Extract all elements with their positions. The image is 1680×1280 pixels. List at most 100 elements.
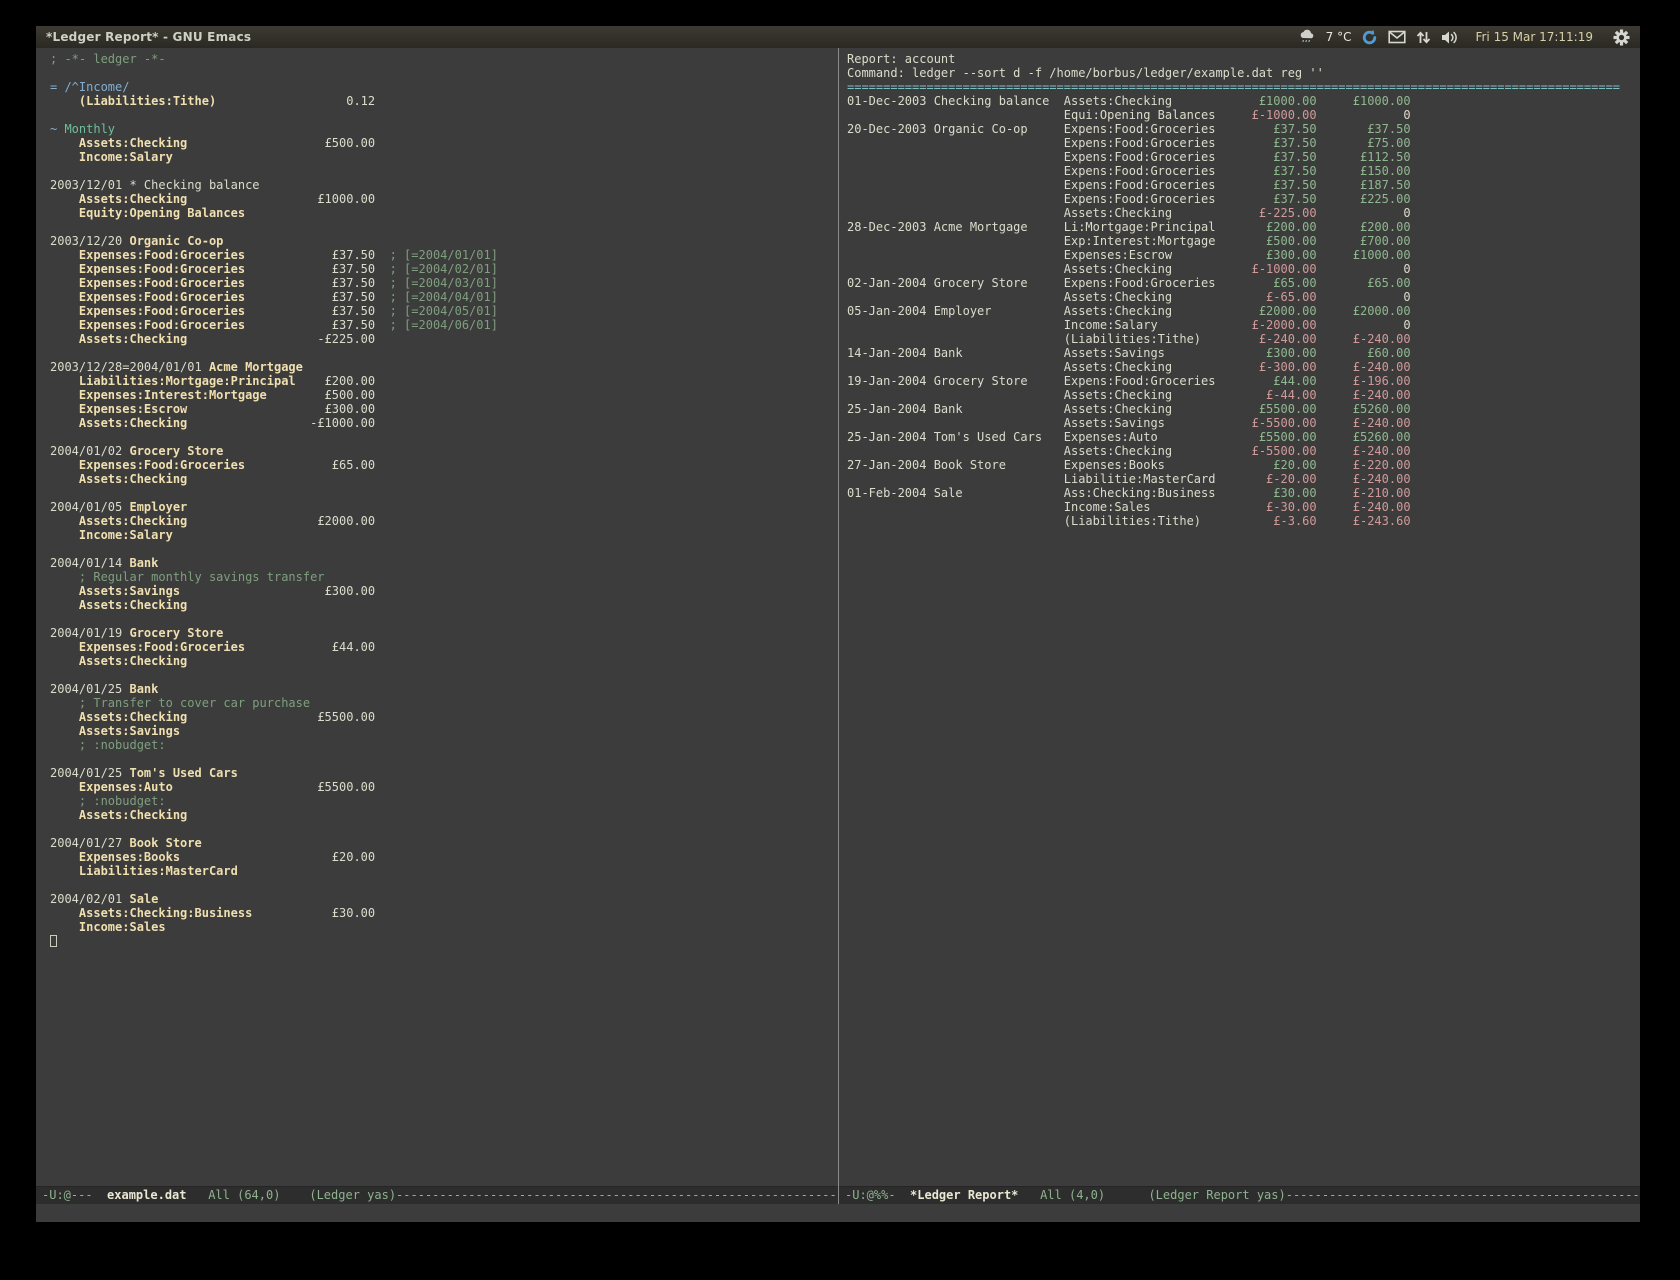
ledger-line: Expenses:Books £20.00 bbox=[50, 850, 838, 864]
report-row: 01-Dec-2003 Checking balance Assets:Chec… bbox=[847, 94, 1640, 108]
ledger-line: ; Regular monthly savings transfer bbox=[50, 570, 838, 584]
screen-content: *Ledger Report* - GNU Emacs 7 °C bbox=[36, 26, 1640, 1222]
ledger-line bbox=[50, 486, 838, 500]
text-cursor bbox=[50, 935, 57, 947]
modeline-left-prefix: -U:@--- bbox=[42, 1188, 107, 1202]
ledger-line: Expenses:Food:Groceries £37.50 ; [=2004/… bbox=[50, 262, 838, 276]
ledger-line bbox=[50, 220, 838, 234]
ledger-line: Expenses:Escrow £300.00 bbox=[50, 402, 838, 416]
ledger-line: ; :nobudget: bbox=[50, 794, 838, 808]
ledger-line: Assets:Checking £2000.00 bbox=[50, 514, 838, 528]
modeline-right-position: All (4,0) bbox=[1018, 1188, 1148, 1202]
ledger-line bbox=[50, 612, 838, 626]
ledger-line bbox=[50, 346, 838, 360]
ledger-line: 2004/01/25 Bank bbox=[50, 682, 838, 696]
right-window: Report: account Command: ledger --sort d… bbox=[839, 48, 1640, 1204]
minibuffer[interactable] bbox=[36, 1204, 1640, 1222]
right-buffer[interactable]: Report: account Command: ledger --sort d… bbox=[839, 48, 1640, 1186]
ledger-line: 2003/12/20 Organic Co-op bbox=[50, 234, 838, 248]
ledger-line: Assets:Checking bbox=[50, 808, 838, 822]
ledger-line: Assets:Checking -£1000.00 bbox=[50, 416, 838, 430]
ledger-line: 2004/01/02 Grocery Store bbox=[50, 444, 838, 458]
ledger-line bbox=[50, 752, 838, 766]
gear-power-icon[interactable] bbox=[1613, 29, 1630, 46]
ledger-line: 2004/01/05 Employer bbox=[50, 500, 838, 514]
ledger-line: ; :nobudget: bbox=[50, 738, 838, 752]
emacs-windows: ; -*- ledger -*-= /^Income/ (Liabilities… bbox=[36, 48, 1640, 1204]
weather-rain-icon[interactable] bbox=[1299, 29, 1316, 45]
ledger-line: ; Transfer to cover car purchase bbox=[50, 696, 838, 710]
clock-label[interactable]: Fri 15 Mar 17:11:19 bbox=[1475, 30, 1593, 44]
ledger-line: Income:Sales bbox=[50, 920, 838, 934]
modeline-right-dashes: ----------------------------------------… bbox=[1286, 1188, 1640, 1202]
mail-icon[interactable] bbox=[1388, 30, 1406, 44]
ledger-line: Assets:Checking -£225.00 bbox=[50, 332, 838, 346]
ledger-line: Income:Salary bbox=[50, 528, 838, 542]
report-row: 19-Jan-2004 Grocery Store Expens:Food:Gr… bbox=[847, 374, 1640, 388]
modeline-left-position: All (64,0) bbox=[187, 1188, 310, 1202]
report-row: Exp:Interest:Mortgage £500.00 £700.00 bbox=[847, 234, 1640, 248]
ledger-line: Equity:Opening Balances bbox=[50, 206, 838, 220]
ledger-line: Expenses:Food:Groceries £37.50 ; [=2004/… bbox=[50, 248, 838, 262]
report-row: Assets:Checking £-44.00 £-240.00 bbox=[847, 388, 1640, 402]
ledger-line: Expenses:Food:Groceries £37.50 ; [=2004/… bbox=[50, 318, 838, 332]
ledger-line: Expenses:Interest:Mortgage £500.00 bbox=[50, 388, 838, 402]
ledger-line: 2004/01/25 Tom's Used Cars bbox=[50, 766, 838, 780]
temperature-label[interactable]: 7 °C bbox=[1326, 30, 1352, 44]
ledger-line bbox=[50, 934, 838, 948]
report-row: Expens:Food:Groceries £37.50 £75.00 bbox=[847, 136, 1640, 150]
ledger-line: Assets:Checking bbox=[50, 472, 838, 486]
left-window: ; -*- ledger -*-= /^Income/ (Liabilities… bbox=[36, 48, 838, 1204]
ledger-line: 2003/12/01 * Checking balance bbox=[50, 178, 838, 192]
modeline-right-prefix: -U:@%%- bbox=[845, 1188, 910, 1202]
ledger-line: Expenses:Food:Groceries £37.50 ; [=2004/… bbox=[50, 304, 838, 318]
report-row: Expenses:Escrow £300.00 £1000.00 bbox=[847, 248, 1640, 262]
ledger-line: Assets:Savings bbox=[50, 724, 838, 738]
ledger-line: Expenses:Food:Groceries £65.00 bbox=[50, 458, 838, 472]
report-rows: 01-Dec-2003 Checking balance Assets:Chec… bbox=[847, 94, 1640, 528]
volume-icon[interactable] bbox=[1441, 30, 1459, 45]
report-row: 02-Jan-2004 Grocery Store Expens:Food:Gr… bbox=[847, 276, 1640, 290]
ledger-line: Liabilities:Mortgage:Principal £200.00 bbox=[50, 374, 838, 388]
system-tray: 7 °C bbox=[1299, 29, 1630, 46]
report-row: 20-Dec-2003 Organic Co-op Expens:Food:Gr… bbox=[847, 122, 1640, 136]
report-title-line: Report: account bbox=[847, 52, 1640, 66]
report-row: 25-Jan-2004 Tom's Used Cars Expenses:Aut… bbox=[847, 430, 1640, 444]
ledger-line bbox=[50, 822, 838, 836]
ledger-line: Assets:Checking bbox=[50, 654, 838, 668]
report-row: Assets:Checking £-65.00 0 bbox=[847, 290, 1640, 304]
ledger-line: 2004/01/27 Book Store bbox=[50, 836, 838, 850]
ledger-line: 2004/01/19 Grocery Store bbox=[50, 626, 838, 640]
report-row: (Liabilities:Tithe) £-3.60 £-243.60 bbox=[847, 514, 1640, 528]
modeline-left-modes: (Ledger yas) bbox=[309, 1188, 396, 1202]
ledger-line: Assets:Checking £5500.00 bbox=[50, 710, 838, 724]
refresh-icon[interactable] bbox=[1361, 29, 1378, 46]
ledger-line bbox=[50, 108, 838, 122]
report-row: Expens:Food:Groceries £37.50 £112.50 bbox=[847, 150, 1640, 164]
modeline-left-dashes: ----------------------------------------… bbox=[396, 1188, 838, 1202]
ledger-line: ~ Monthly bbox=[50, 122, 838, 136]
modeline-right[interactable]: -U:@%%- *Ledger Report* All (4,0) (Ledge… bbox=[839, 1186, 1640, 1204]
ledger-line: Assets:Checking £500.00 bbox=[50, 136, 838, 150]
ledger-line bbox=[50, 430, 838, 444]
modeline-left[interactable]: -U:@--- example.dat All (64,0) (Ledger y… bbox=[36, 1186, 838, 1204]
ledger-line: Expenses:Auto £5500.00 bbox=[50, 780, 838, 794]
report-row: Expens:Food:Groceries £37.50 £150.00 bbox=[847, 164, 1640, 178]
ledger-line: Expenses:Food:Groceries £37.50 ; [=2004/… bbox=[50, 290, 838, 304]
report-row: 27-Jan-2004 Book Store Expenses:Books £2… bbox=[847, 458, 1640, 472]
report-row: Assets:Checking £-1000.00 0 bbox=[847, 262, 1640, 276]
report-row: Assets:Savings £-5500.00 £-240.00 bbox=[847, 416, 1640, 430]
left-buffer[interactable]: ; -*- ledger -*-= /^Income/ (Liabilities… bbox=[36, 48, 838, 1186]
network-arrows-icon[interactable] bbox=[1416, 30, 1431, 45]
report-row: Liabilitie:MasterCard £-20.00 £-240.00 bbox=[847, 472, 1640, 486]
ledger-line: Assets:Checking bbox=[50, 598, 838, 612]
ledger-line: Assets:Checking £1000.00 bbox=[50, 192, 838, 206]
report-row: Assets:Checking £-5500.00 £-240.00 bbox=[847, 444, 1640, 458]
report-row: Assets:Checking £-300.00 £-240.00 bbox=[847, 360, 1640, 374]
ledger-line bbox=[50, 542, 838, 556]
modeline-right-buffer-name: *Ledger Report* bbox=[910, 1188, 1018, 1202]
report-row: 05-Jan-2004 Employer Assets:Checking £20… bbox=[847, 304, 1640, 318]
ledger-line: Assets:Savings £300.00 bbox=[50, 584, 838, 598]
ledger-line: (Liabilities:Tithe) 0.12 bbox=[50, 94, 838, 108]
report-row: 28-Dec-2003 Acme Mortgage Li:Mortgage:Pr… bbox=[847, 220, 1640, 234]
